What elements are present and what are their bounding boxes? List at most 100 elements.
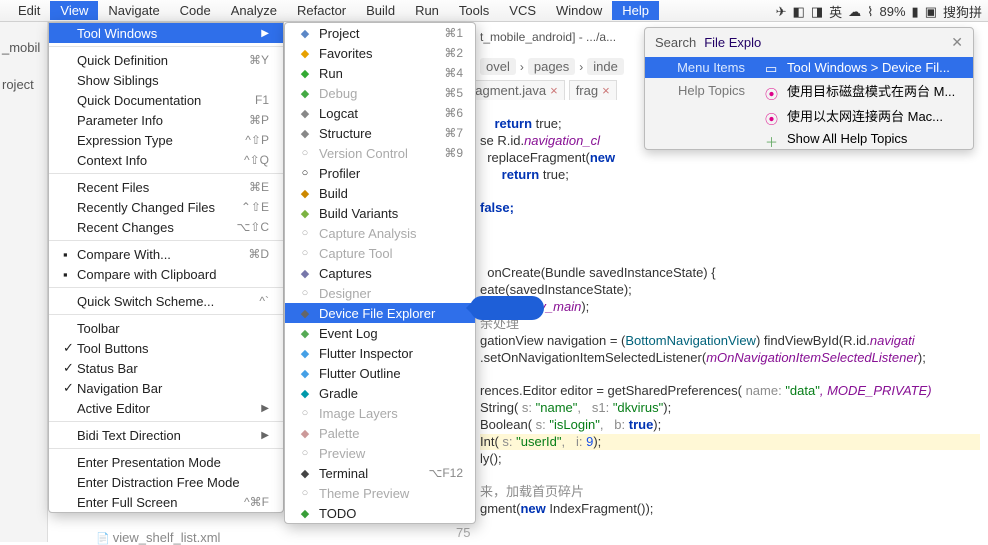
crumb-seg[interactable]: pages (528, 58, 575, 75)
result-category: Help Topics (645, 83, 755, 98)
view-menu-item[interactable]: Quick Definition⌘Y (49, 50, 283, 70)
view-menu-item[interactable]: Active Editor▶ (49, 398, 283, 418)
menu-vcs[interactable]: VCS (499, 1, 546, 20)
window-icon: ▭ (765, 61, 779, 75)
show-all-help[interactable]: ＋Show All Help Topics (645, 128, 973, 149)
view-menu-item[interactable]: ✓Status Bar (49, 358, 283, 378)
menu-build[interactable]: Build (356, 1, 405, 20)
tool-icon: ◆ (297, 325, 313, 341)
tool-icon: ○ (297, 445, 313, 461)
close-icon[interactable]: × (602, 83, 610, 98)
tool-icon: ◆ (297, 385, 313, 401)
menu-window[interactable]: Window (546, 1, 612, 20)
result-category: Menu Items (645, 60, 755, 75)
view-menu-item[interactable]: Recent Files⌘E (49, 177, 283, 197)
view-menu-item[interactable]: Enter Full Screen^⌘F (49, 492, 283, 512)
view-menu-item[interactable]: Expression Type^⇧P (49, 130, 283, 150)
crumb-seg[interactable]: inde (587, 58, 624, 75)
tool-window-item[interactable]: ◆Gradle (285, 383, 475, 403)
tool-icon: ◆ (297, 305, 313, 321)
tool-icon: ○ (297, 225, 313, 241)
tool-window-item: ○Capture Tool (285, 243, 475, 263)
tool-icon: ◆ (297, 205, 313, 221)
view-menu-item[interactable]: Quick DocumentationF1 (49, 90, 283, 110)
view-menu-item[interactable]: Context Info^⇧Q (49, 150, 283, 170)
tool-window-item[interactable]: ◆Device File Explorer (285, 303, 475, 323)
tool-window-item[interactable]: ◆Event Log (285, 323, 475, 343)
view-menu-dropdown: Tool Windows▶ Quick Definition⌘Y Show Si… (48, 22, 284, 513)
view-menu-item[interactable]: Enter Presentation Mode (49, 452, 283, 472)
tool-window-item[interactable]: ◆Captures (285, 263, 475, 283)
close-icon[interactable]: × (550, 83, 558, 98)
menu-view[interactable]: View (50, 1, 98, 20)
tool-icon: ○ (297, 285, 313, 301)
menu-refactor[interactable]: Refactor (287, 1, 356, 20)
menu-edit[interactable]: Edit (8, 1, 50, 20)
menu-tools[interactable]: Tools (449, 1, 499, 20)
tool-icon: ◆ (297, 265, 313, 281)
menu-code[interactable]: Code (170, 1, 221, 20)
view-menu-item[interactable]: Bidi Text Direction▶ (49, 425, 283, 445)
tool-icon: ◆ (297, 45, 313, 61)
tool-window-item[interactable]: ○Profiler (285, 163, 475, 183)
view-menu-item[interactable]: Show Siblings (49, 70, 283, 90)
tool-window-item: ○Theme Preview (285, 483, 475, 503)
tool-window-item[interactable]: ◆Build Variants (285, 203, 475, 223)
view-menu-item[interactable]: Quick Switch Scheme...^` (49, 291, 283, 311)
menu-analyze[interactable]: Analyze (221, 1, 287, 20)
tool-icon: ◆ (297, 25, 313, 41)
wifi-icon: ⌇ (867, 4, 873, 20)
tool-window-item[interactable]: ◆Build (285, 183, 475, 203)
tool-window-item[interactable]: ◆Flutter Inspector (285, 343, 475, 363)
code-editor[interactable]: return true; se R.id.navigation_cl repla… (480, 100, 980, 518)
help-search-panel: Search ✕ Menu Items ▭Tool Windows > Devi… (644, 27, 974, 150)
view-menu-item[interactable]: Recent Changes⌥⇧C (49, 217, 283, 237)
result-text: 使用以太网连接两台 Mac... (787, 106, 943, 125)
view-menu-item[interactable]: Recently Changed Files⌃⇧E (49, 197, 283, 217)
tool-window-item[interactable]: ◆Structure⌘7 (285, 123, 475, 143)
tray-icon: ☁ (848, 4, 861, 20)
tool-icon: ◆ (297, 425, 313, 441)
tool-window-item[interactable]: ◆Logcat⌘6 (285, 103, 475, 123)
tool-window-item[interactable]: ◆Favorites⌘2 (285, 43, 475, 63)
battery-text: 89% (880, 4, 906, 19)
view-menu-item[interactable]: ✓Tool Buttons (49, 338, 283, 358)
breadcrumb[interactable]: ovel› pages› inde (480, 58, 624, 75)
view-menu-item[interactable]: ✓Navigation Bar (49, 378, 283, 398)
editor-tab[interactable]: frag × (569, 80, 617, 100)
menu-run[interactable]: Run (405, 1, 449, 20)
view-menu-item[interactable]: Enter Distraction Free Mode (49, 472, 283, 492)
tool-window-item: ◆Debug⌘5 (285, 83, 475, 103)
search-result-row[interactable]: Help Topics ⦿使用目标磁盘模式在两台 M... (645, 78, 973, 103)
result-text: Show All Help Topics (787, 131, 907, 146)
tool-icon: ◆ (297, 105, 313, 121)
tool-window-item[interactable]: ◆Terminal⌥F12 (285, 463, 475, 483)
view-menu-item[interactable]: ▪Compare with Clipboard (49, 264, 283, 284)
tool-window-item: ○Preview (285, 443, 475, 463)
tab-label: frag (576, 83, 598, 98)
project-sidebar: _mobil roject (0, 22, 48, 542)
tool-window-item: ○Designer (285, 283, 475, 303)
search-result-row[interactable]: ⦿使用以太网连接两台 Mac... (645, 103, 973, 128)
menu-help[interactable]: Help (612, 1, 659, 20)
tray-icon: ◨ (811, 4, 823, 20)
view-menu-item[interactable]: Toolbar (49, 318, 283, 338)
search-input[interactable] (704, 35, 943, 50)
clear-icon[interactable]: ✕ (951, 34, 963, 51)
tool-window-item[interactable]: ◆TODO (285, 503, 475, 523)
tool-window-item[interactable]: ◆Run⌘4 (285, 63, 475, 83)
view-menu-item[interactable]: Tool Windows▶ (49, 23, 283, 43)
crumb-seg[interactable]: ovel (480, 58, 516, 75)
battery-icon: ▮ (912, 4, 919, 20)
ime-label: 搜狗拼 (943, 2, 982, 21)
search-result-row[interactable]: Menu Items ▭Tool Windows > Device Fil... (645, 57, 973, 78)
sidebar-text: roject (2, 77, 45, 92)
view-menu-item[interactable]: Parameter Info⌘P (49, 110, 283, 130)
menu-navigate[interactable]: Navigate (98, 1, 169, 20)
view-menu-item[interactable]: ▪Compare With...⌘D (49, 244, 283, 264)
editor-tabs: Fragment.java× frag× (456, 80, 617, 100)
sidebar-text: _mobil (2, 40, 45, 55)
tool-window-item[interactable]: ◆Flutter Outline (285, 363, 475, 383)
tool-window-item[interactable]: ◆Project⌘1 (285, 23, 475, 43)
tool-window-item: ○Capture Analysis (285, 223, 475, 243)
